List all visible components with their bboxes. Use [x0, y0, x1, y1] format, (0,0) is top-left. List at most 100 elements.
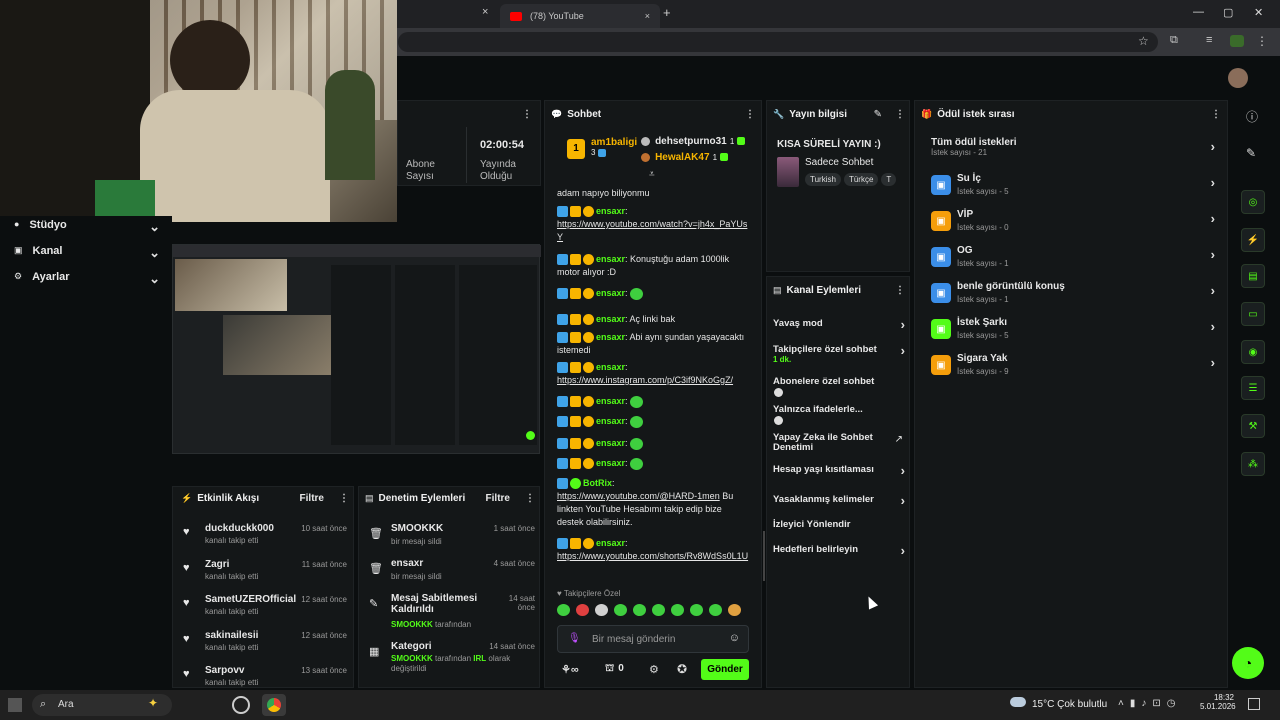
sidebar-item-studio[interactable]: ● Stüdyo ⌄	[14, 219, 160, 235]
layout-icon[interactable]: ☰	[1241, 376, 1265, 400]
emote[interactable]	[728, 604, 741, 616]
heart-icon: ♥	[183, 632, 190, 645]
reward-item[interactable]: ▣ OG İstek sayısı - 1 ›	[931, 245, 1215, 273]
info-icon[interactable]: ⓘ	[1246, 108, 1258, 125]
app-icon[interactable]	[232, 696, 250, 714]
chat-username[interactable]: ensaxr	[596, 362, 625, 372]
stream-preview[interactable]	[172, 244, 541, 454]
help-button[interactable]: ◔	[1232, 647, 1264, 679]
points-display[interactable]: ⛫ 0	[605, 663, 624, 676]
badge-icon[interactable]: ✪	[677, 662, 687, 676]
chat-username[interactable]: ensaxr	[596, 458, 625, 468]
chat-link[interactable]: https://www.youtube.com/@HARD-1men	[557, 491, 720, 501]
profile-icon[interactable]	[1230, 35, 1244, 47]
sidebar-item-settings[interactable]: ⚙ Ayarlar ⌄	[14, 271, 160, 287]
tab-youtube[interactable]: (78) YouTube ×	[500, 4, 660, 28]
send-button[interactable]: Gönder	[701, 659, 749, 680]
broadcast-icon[interactable]: ◉	[1241, 340, 1265, 364]
clock[interactable]: 18:32 5.01.2026	[1200, 693, 1236, 711]
address-bar[interactable]	[398, 32, 1158, 52]
chat-username[interactable]: ensaxr	[596, 396, 625, 406]
minimize-icon[interactable]: —	[1193, 6, 1204, 18]
bolt-icon[interactable]: ⚡	[1241, 228, 1265, 252]
panel-menu-icon[interactable]: ⋮	[745, 109, 755, 120]
channel-action-item[interactable]: Yalnızca ifadelerle...	[773, 405, 905, 415]
extensions-icon[interactable]: ⧉	[1170, 34, 1178, 47]
notification-icon[interactable]	[1248, 698, 1260, 710]
emote[interactable]	[709, 604, 722, 616]
list-item: ♥ duckduckk000 kanalı takip etti 10 saat ön…	[183, 523, 347, 545]
new-tab-button[interactable]: +	[663, 5, 671, 20]
gear-icon[interactable]: ⚙	[649, 663, 659, 676]
emote[interactable]	[633, 604, 646, 616]
all-rewards-row[interactable]: Tüm ödül istekleri İstek sayısı - 21 ›	[931, 137, 1215, 157]
emote[interactable]	[652, 604, 665, 616]
close-window-icon[interactable]: ✕	[1254, 6, 1263, 19]
menu-icon[interactable]: ⋮	[1256, 34, 1268, 48]
emote[interactable]	[557, 604, 570, 616]
taskbar-search[interactable]: ⌕ Ara ✦	[32, 694, 172, 716]
filter-button[interactable]: Filtre	[486, 493, 510, 504]
panel-menu-icon[interactable]: ⋮	[895, 109, 905, 120]
chat-input[interactable]: 🎙 Bir mesaj gönderin ☺	[557, 625, 749, 653]
bookmark-star-icon[interactable]: ☆	[1138, 34, 1149, 48]
panel-menu-icon[interactable]: ⋮	[339, 493, 349, 504]
chat-username[interactable]: ensaxr	[596, 254, 625, 264]
chat-username[interactable]: ensaxr	[596, 538, 625, 548]
avatar[interactable]	[1228, 68, 1248, 88]
reward-item[interactable]: ▣ Su İç İstek sayısı - 5 ›	[931, 173, 1215, 201]
close-tab-icon[interactable]: ×	[482, 6, 488, 18]
channel-action-item[interactable]: İzleyici Yönlendir	[773, 520, 905, 530]
clipboard-icon[interactable]: ▤	[1241, 264, 1265, 288]
collapse-icon[interactable]: ⩡	[649, 169, 655, 180]
filter-button[interactable]: Filtre	[300, 493, 324, 504]
target-icon[interactable]: ◎	[1241, 190, 1265, 214]
channel-action-item[interactable]: Takipçilere özel sohbet 1 dk. ›	[773, 343, 905, 364]
reward-item[interactable]: ▣ İstek Şarkı İstek sayısı - 5 ›	[931, 317, 1215, 345]
chrome-icon[interactable]	[262, 694, 286, 716]
maximize-icon[interactable]: ▢	[1223, 6, 1233, 19]
wrench-icon[interactable]: ⚒	[1241, 414, 1265, 438]
chat-link[interactable]: https://www.youtube.com/shorts/Rv8WdSs0L…	[557, 551, 748, 561]
emoji-icon[interactable]: ☺	[729, 632, 740, 644]
channel-action-item[interactable]: Yasaklanmış kelimeler ›	[773, 493, 905, 508]
reward-item[interactable]: ▣ benle görüntülü konuş İstek sayısı - 1 ›	[931, 281, 1215, 309]
channel-action-item[interactable]: Yapay Zeka ile Sohbet Denetimi ↗	[773, 433, 905, 453]
channel-action-item[interactable]: Yavaş mod ›	[773, 317, 905, 332]
close-tab-icon[interactable]: ×	[645, 11, 650, 21]
emote[interactable]	[576, 604, 589, 616]
chevron-down-icon: ⌄	[149, 271, 160, 286]
tray-icons[interactable]: ˄▮♪⊡◷	[1118, 698, 1181, 709]
emote[interactable]	[671, 604, 684, 616]
chat-link[interactable]: https://www.youtube.com/watch?v=jh4x_PaY…	[557, 219, 747, 242]
channel-action-item[interactable]: Hesap yaşı kısıtlaması ›	[773, 463, 905, 478]
reward-item[interactable]: ▣ Sigara Yak İstek sayısı - 9 ›	[931, 353, 1215, 381]
sidebar-item-channel[interactable]: ▣ Kanal ⌄	[14, 245, 160, 261]
emote[interactable]	[690, 604, 703, 616]
chat-username[interactable]: ensaxr	[596, 288, 625, 298]
emote[interactable]	[595, 604, 608, 616]
media-icon[interactable]: ≡	[1206, 34, 1212, 46]
community-icon[interactable]: ⁂	[1241, 452, 1265, 476]
chat-username[interactable]: ensaxr	[596, 332, 625, 342]
edit-icon[interactable]: ✎	[1246, 146, 1256, 160]
channel-action-item[interactable]: Hedefleri belirleyin ›	[773, 543, 905, 558]
channel-action-item[interactable]: Abonelere özel sohbet	[773, 377, 905, 387]
panel-menu-icon[interactable]: ⋮	[525, 493, 535, 504]
emote[interactable]	[614, 604, 627, 616]
edit-icon[interactable]: ✎	[874, 109, 882, 120]
chat-username[interactable]: ensaxr	[596, 438, 625, 448]
community-icon[interactable]: ⚘∞	[561, 663, 579, 676]
panel-menu-icon[interactable]: ⋮	[895, 285, 905, 296]
reward-item[interactable]: ▣ VİP İstek sayısı - 0 ›	[931, 209, 1215, 237]
chat-link[interactable]: https://www.instagram.com/p/C3if9NKoGgZ/	[557, 375, 733, 385]
stats-menu-icon[interactable]: ⋮	[522, 109, 532, 120]
panel-menu-icon[interactable]: ⋮	[1211, 109, 1221, 120]
chat-username[interactable]: BotRix	[583, 478, 612, 488]
mic-icon[interactable]: 🎙	[568, 633, 581, 644]
start-icon[interactable]	[8, 698, 22, 712]
chat-username[interactable]: ensaxr	[596, 314, 625, 324]
chat-icon[interactable]: ▭	[1241, 302, 1265, 326]
chat-username[interactable]: ensaxr	[596, 416, 625, 426]
chat-username[interactable]: ensaxr	[596, 206, 625, 216]
